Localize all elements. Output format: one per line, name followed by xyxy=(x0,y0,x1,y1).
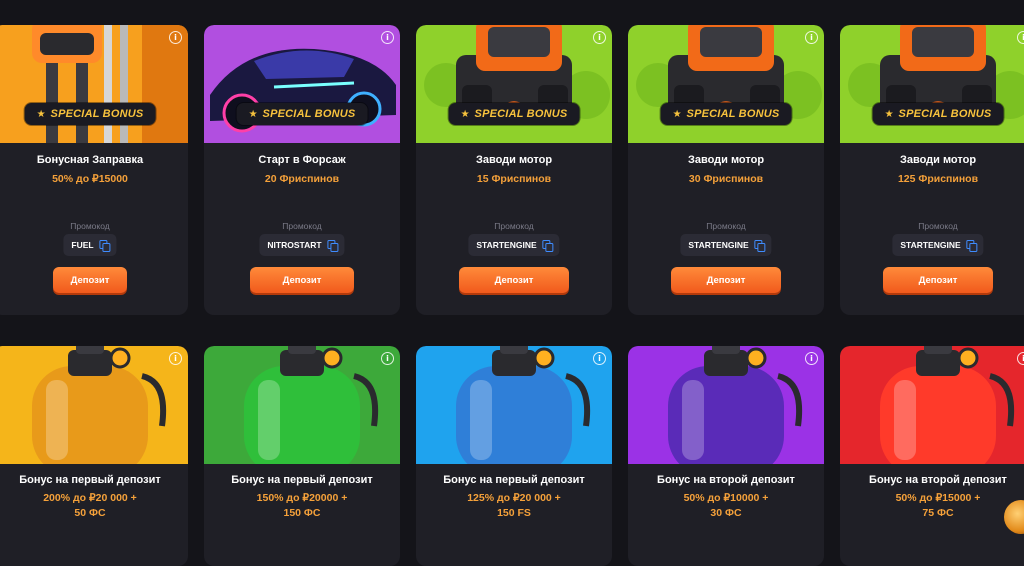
special-bonus-label: SPECIAL BONUS xyxy=(686,108,780,120)
promo-code-box[interactable]: NITROSTART xyxy=(259,234,345,256)
promo-label: Промокод xyxy=(282,221,322,231)
bonus-image xyxy=(0,25,188,143)
special-bonus-label: SPECIAL BONUS xyxy=(898,108,992,120)
deposit-button[interactable]: Депозит xyxy=(53,267,127,293)
promo-code: NITROSTART xyxy=(267,240,322,250)
bonus-offer-extra: 150 ФС xyxy=(283,507,321,519)
deposit-button[interactable]: Депозит xyxy=(883,267,993,293)
info-icon[interactable]: i xyxy=(1017,352,1024,365)
promo-code: STARTENGINE xyxy=(476,240,537,250)
bonus-offer: 125 Фриспинов xyxy=(897,173,979,185)
info-icon[interactable]: i xyxy=(1017,31,1024,44)
bonus-title: Заводи мотор xyxy=(687,154,765,166)
info-icon[interactable]: i xyxy=(381,31,394,44)
bonus-image xyxy=(840,346,1024,464)
bonus-card: i Бонус на второй депозит 50% до ₽15000 + 7… xyxy=(840,346,1024,566)
copy-icon[interactable] xyxy=(542,240,554,252)
bonus-offer-extra: 30 ФС xyxy=(710,507,742,519)
special-bonus-label: SPECIAL BONUS xyxy=(262,108,356,120)
special-bonus-badge: ★ SPECIAL BONUS xyxy=(660,103,792,125)
promo-code-box[interactable]: STARTENGINE xyxy=(468,234,560,256)
promo-label: Промокод xyxy=(70,221,110,231)
bonus-offer: 15 Фриспинов xyxy=(476,173,552,185)
bonus-card: i ★ SPECIAL BONUS Бонусная Заправка 50% до ₽… xyxy=(0,25,188,315)
bonus-image xyxy=(628,346,824,464)
special-bonus-badge: ★ SPECIAL BONUS xyxy=(24,103,156,125)
bonus-image xyxy=(416,346,612,464)
promo-label: Промокод xyxy=(918,221,958,231)
bonus-offer: 150% до ₽20000 + xyxy=(256,492,348,504)
promo-code: STARTENGINE xyxy=(900,240,961,250)
special-bonus-label: SPECIAL BONUS xyxy=(474,108,568,120)
bonus-image xyxy=(0,346,188,464)
star-icon: ★ xyxy=(460,108,470,120)
info-icon[interactable]: i xyxy=(169,31,182,44)
bonus-image xyxy=(840,25,1024,143)
bonus-offer-extra: 75 ФС xyxy=(922,507,954,519)
deposit-button[interactable]: Депозит xyxy=(250,267,354,293)
copy-icon[interactable] xyxy=(99,240,111,252)
promo-code-box[interactable]: STARTENGINE xyxy=(680,234,772,256)
info-icon[interactable]: i xyxy=(805,352,818,365)
info-icon[interactable]: i xyxy=(805,31,818,44)
bonus-offer: 30 Фриспинов xyxy=(688,173,764,185)
special-bonus-badge: ★ SPECIAL BONUS xyxy=(236,103,368,125)
bonus-image xyxy=(628,25,824,143)
star-icon: ★ xyxy=(248,108,258,120)
special-bonus-badge: ★ SPECIAL BONUS xyxy=(448,103,580,125)
bonus-card: i Бонус на первый депозит 125% до ₽20 000 … xyxy=(416,346,612,566)
bonus-offer: 50% до ₽15000 xyxy=(52,173,128,185)
bonus-card: i Бонус на второй депозит 50% до ₽10000 + 3… xyxy=(628,346,824,566)
bonus-card: i Бонус на первый депозит 150% до ₽20000 +… xyxy=(204,346,400,566)
promo-code: STARTENGINE xyxy=(688,240,749,250)
bonus-offer: 200% до ₽20 000 + xyxy=(43,492,137,504)
star-icon: ★ xyxy=(884,108,894,120)
star-icon: ★ xyxy=(36,108,46,120)
bonus-title: Бонус на первый депозит xyxy=(231,474,373,486)
bonus-card: i Бонус на первый депозит 200% до ₽20 000 … xyxy=(0,346,188,566)
bonus-title: Бонус на первый депозит xyxy=(19,474,161,486)
bonus-image xyxy=(204,346,400,464)
special-bonus-label: SPECIAL BONUS xyxy=(50,108,144,120)
bonus-title: Заводи мотор xyxy=(475,154,553,166)
promo-code-box[interactable]: FUEL xyxy=(63,234,117,256)
bonus-image xyxy=(416,25,612,143)
deposit-button[interactable]: Депозит xyxy=(671,267,781,293)
deposit-button[interactable]: Депозит xyxy=(459,267,569,293)
bonus-offer-extra: 50 ФС xyxy=(74,507,106,519)
bonus-offer: 50% до ₽15000 + xyxy=(895,492,981,504)
promo-code-box[interactable]: STARTENGINE xyxy=(892,234,984,256)
bonus-card: i ★ SPECIAL BONUS Заводи мотор 15 Фриспинов П… xyxy=(416,25,612,315)
bonus-title: Бонус на первый депозит xyxy=(443,474,585,486)
bonus-card: i ★ SPECIAL BONUS Старт в Форсаж 20 Фриспино… xyxy=(204,25,400,315)
info-icon[interactable]: i xyxy=(593,352,606,365)
bonus-offer-extra: 150 FS xyxy=(497,507,531,519)
bonus-title: Старт в Форсаж xyxy=(258,154,346,166)
bonus-title: Бонус на второй депозит xyxy=(657,474,795,486)
promo-label: Промокод xyxy=(706,221,746,231)
info-icon[interactable]: i xyxy=(593,31,606,44)
promo-label: Промокод xyxy=(494,221,534,231)
special-bonus-badge: ★ SPECIAL BONUS xyxy=(872,103,1004,125)
bonus-title: Бонусная Заправка xyxy=(36,154,144,166)
bonus-card: i ★ SPECIAL BONUS Заводи мотор 30 Фриспинов П… xyxy=(628,25,824,315)
bonus-offer: 125% до ₽20 000 + xyxy=(467,492,561,504)
copy-icon[interactable] xyxy=(327,240,339,252)
bonus-title: Заводи мотор xyxy=(899,154,977,166)
star-icon: ★ xyxy=(672,108,682,120)
bonus-title: Бонус на второй депозит xyxy=(869,474,1007,486)
info-icon[interactable]: i xyxy=(381,352,394,365)
copy-icon[interactable] xyxy=(754,240,766,252)
bonus-offer: 50% до ₽10000 + xyxy=(683,492,769,504)
copy-icon[interactable] xyxy=(966,240,978,252)
promo-code: FUEL xyxy=(71,240,94,250)
bonus-card: i ★ SPECIAL BONUS Заводи мотор 125 Фриспинов… xyxy=(840,25,1024,315)
bonus-image xyxy=(204,25,400,143)
bonus-offer: 20 Фриспинов xyxy=(264,173,340,185)
info-icon[interactable]: i xyxy=(169,352,182,365)
